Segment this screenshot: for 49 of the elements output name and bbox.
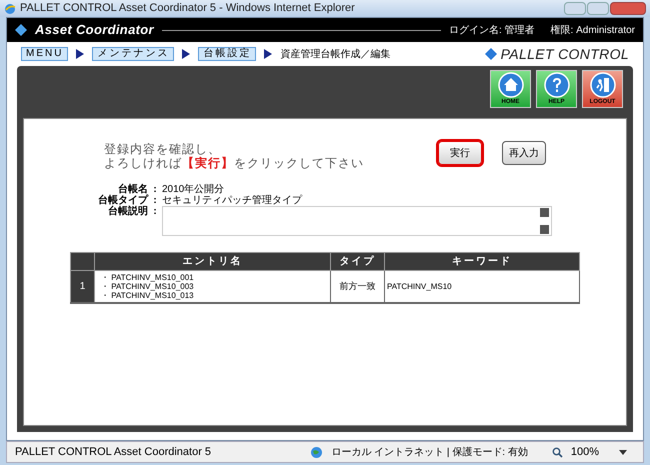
house-icon (498, 72, 524, 98)
arrow-icon (182, 49, 190, 59)
login-name: ログイン名: 管理者 (448, 24, 535, 38)
zone-status: ローカル イントラネット | 保護モード: 有効 (331, 446, 528, 460)
action-button[interactable]: 実行 (438, 141, 482, 165)
breadcrumb-link[interactable]: 台帳設定 (198, 47, 256, 61)
table-cell: PATCHINV_MS10 (384, 270, 580, 303)
role-label: 権限: Administrator (550, 24, 635, 38)
browser-icon (4, 2, 16, 14)
close-button[interactable] (610, 2, 646, 15)
instruction-line: よろしければ【実行】をクリックして下さい (104, 156, 364, 170)
magnifier-icon (552, 446, 563, 458)
action-button[interactable]: 再入力 (502, 141, 546, 165)
breadcrumb-current: 資産管理台帳作成／編集 (280, 48, 390, 62)
entry-name: ・ PATCHINV_MS10_003 (101, 282, 195, 291)
arrow-icon (264, 49, 272, 59)
diamond-logo-icon (484, 48, 497, 60)
field-value: セキュリティパッチ管理タイプ (162, 195, 302, 206)
table-header: タイプ (330, 252, 384, 270)
arrow-icon (76, 49, 84, 59)
maximize-button[interactable] (587, 2, 609, 15)
status-text: PALLET CONTROL Asset Coordinator 5 (15, 444, 212, 460)
table-header: エントリ名 (94, 252, 330, 270)
minimize-button[interactable] (564, 2, 586, 15)
field-label: 台帳タイプ (97, 195, 148, 206)
exit-door-icon (590, 72, 616, 98)
brand-logo: PALLET CONTROL (500, 44, 629, 64)
table-header: キーワード (384, 252, 580, 270)
breadcrumb-link[interactable]: MENU (21, 47, 68, 61)
field-label: 台帳名 (118, 184, 148, 195)
question-icon (544, 72, 570, 98)
table-header (70, 252, 94, 270)
diamond-logo-icon (15, 24, 27, 36)
zoom-level: 100% (570, 444, 599, 460)
field-value: 2010年公開分 (162, 184, 224, 195)
colon: : (152, 184, 158, 195)
field-label: 台帳説明 (107, 206, 148, 217)
app-name: Asset Coordinator (35, 21, 154, 40)
description-field[interactable] (162, 206, 552, 236)
window-title: PALLET CONTROL Asset Coordinator 5 - Windows Internet Explorer (20, 1, 355, 16)
entry-name: ・ PATCHINV_MS10_001 (101, 273, 195, 282)
breadcrumb-link[interactable]: メンテナンス (92, 47, 174, 61)
colon: : (152, 206, 158, 217)
row-number: 1 (70, 270, 94, 303)
entry-name: ・ PATCHINV_MS10_013 (101, 291, 195, 300)
colon: : (152, 195, 158, 206)
dropdown-icon[interactable] (619, 450, 627, 454)
instruction-line: 登録内容を確認し、 (104, 142, 222, 156)
globe-icon (310, 446, 324, 458)
